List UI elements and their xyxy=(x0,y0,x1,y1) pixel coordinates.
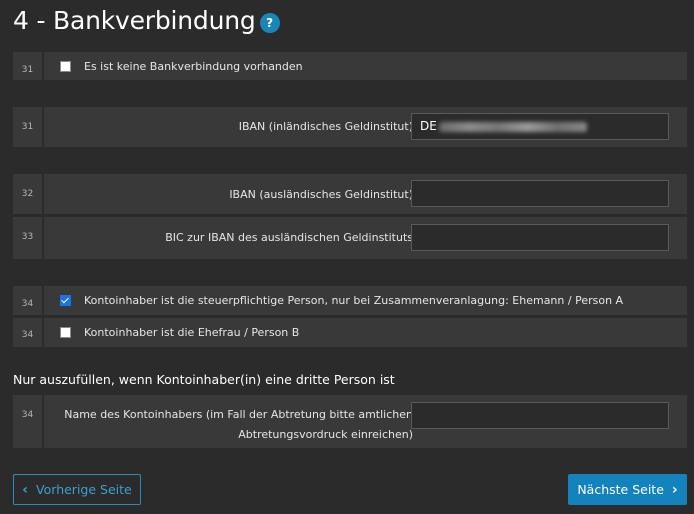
holder-person-a-cell: Kontoinhaber ist die steuerpflichtige Pe… xyxy=(44,286,687,315)
previous-page-label: Vorherige Seite xyxy=(36,482,132,497)
iban-domestic-cell: IBAN (inländisches Geldinstitut) DE xyxy=(44,107,687,147)
line-number: 31 xyxy=(13,52,42,80)
next-page-button[interactable]: Nächste Seite › xyxy=(568,474,687,505)
row-holder-name: 34 Name des Kontoinhabers (im Fall der A… xyxy=(13,395,687,448)
iban-domestic-input[interactable]: DE xyxy=(411,113,669,140)
holder-name-label-line2: Abtretungsvordruck einreichen) xyxy=(238,428,413,441)
holder-name-label-line1: Name des Kontoinhabers (im Fall der Abtr… xyxy=(64,408,413,421)
bic-foreign-label: BIC zur IBAN des ausländischen Geldinsti… xyxy=(165,231,413,244)
holder-person-a-checkbox[interactable] xyxy=(60,295,71,306)
row-iban-foreign: 32 IBAN (ausländisches Geldinstitut) xyxy=(13,174,687,214)
line-number: 34 xyxy=(13,286,42,315)
iban-foreign-input[interactable] xyxy=(411,180,669,207)
help-icon[interactable]: ? xyxy=(259,12,280,33)
holder-name-cell: Name des Kontoinhabers (im Fall der Abtr… xyxy=(44,395,687,448)
iban-foreign-label: IBAN (ausländisches Geldinstitut) xyxy=(229,188,413,201)
line-number: 34 xyxy=(13,318,42,347)
previous-page-button[interactable]: ‹ Vorherige Seite xyxy=(13,474,141,505)
line-number: 34 xyxy=(13,395,42,448)
holder-name-label: Name des Kontoinhabers (im Fall der Abtr… xyxy=(64,405,413,445)
section-heading-third-party: Nur auszufüllen, wenn Kontoinhaber(in) e… xyxy=(13,372,395,387)
row-holder-person-b: 34 Kontoinhaber ist die Ehefrau / Person… xyxy=(13,318,687,347)
row-holder-person-a: 34 Kontoinhaber ist die steuerpflichtige… xyxy=(13,286,687,315)
holder-person-b-cell: Kontoinhaber ist die Ehefrau / Person B xyxy=(44,318,687,347)
line-number: 32 xyxy=(13,174,42,214)
row-no-bank: 31 Es ist keine Bankverbindung vorhanden xyxy=(13,52,687,80)
bic-foreign-input[interactable] xyxy=(411,224,669,251)
chevron-right-icon: › xyxy=(671,481,678,498)
line-number: 31 xyxy=(13,107,42,147)
no-bank-cell: Es ist keine Bankverbindung vorhanden xyxy=(44,52,687,80)
iban-domestic-label: IBAN (inländisches Geldinstitut) xyxy=(238,120,413,133)
holder-person-b-label: Kontoinhaber ist die Ehefrau / Person B xyxy=(84,326,300,339)
holder-name-input[interactable] xyxy=(411,402,669,429)
bic-foreign-cell: BIC zur IBAN des ausländischen Geldinsti… xyxy=(44,217,687,259)
next-page-label: Nächste Seite xyxy=(577,482,664,497)
chevron-left-icon: ‹ xyxy=(22,481,29,498)
holder-person-b-checkbox[interactable] xyxy=(60,327,71,338)
row-bic-foreign: 33 BIC zur IBAN des ausländischen Geldin… xyxy=(13,217,687,259)
holder-person-a-label: Kontoinhaber ist die steuerpflichtige Pe… xyxy=(84,294,624,307)
row-iban-domestic: 31 IBAN (inländisches Geldinstitut) DE xyxy=(13,107,687,147)
iban-domestic-value: DE xyxy=(420,119,437,133)
page-title-text: 4 - Bankverbindung xyxy=(13,6,256,35)
no-bank-checkbox[interactable] xyxy=(60,60,71,72)
line-number: 33 xyxy=(13,217,42,259)
redacted-blur xyxy=(438,121,587,132)
iban-foreign-cell: IBAN (ausländisches Geldinstitut) xyxy=(44,174,687,214)
no-bank-label: Es ist keine Bankverbindung vorhanden xyxy=(84,59,303,73)
page-title: 4 - Bankverbindung ? xyxy=(13,6,280,35)
